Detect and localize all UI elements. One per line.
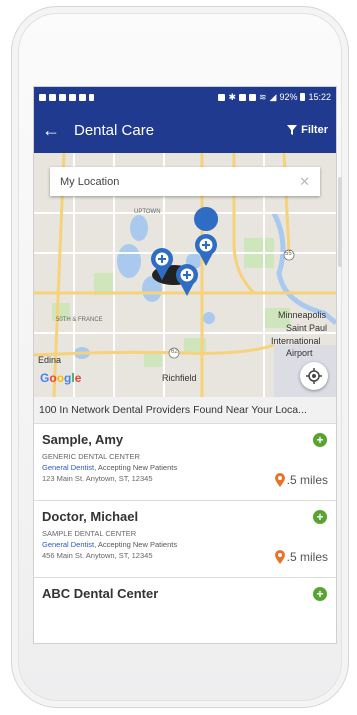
filter-label: Filter xyxy=(301,124,328,136)
provider-specialty[interactable]: General Dentist xyxy=(42,463,94,472)
location-search-value: My Location xyxy=(60,175,120,188)
provider-specialty-line: General Dentist, Accepting New Patients xyxy=(42,463,328,472)
page-title: Dental Care xyxy=(74,121,155,139)
location-pin-icon xyxy=(274,473,285,487)
provider-name: ABC Dental Center xyxy=(42,586,159,601)
image-icon xyxy=(79,93,86,101)
map-label-hwy55: 55 xyxy=(285,251,292,257)
location-search-field[interactable]: My Location ✕ xyxy=(50,167,320,196)
status-icons-right: ✱ ≋ ◢ 92% 15:22 xyxy=(218,92,331,103)
provider-card[interactable]: Doctor, Michael SAMPLE DENTAL CENTER Gen… xyxy=(34,501,336,578)
app-bar: ← Dental Care Filter xyxy=(34,107,336,153)
provider-specialty-line: General Dentist, Accepting New Patients xyxy=(42,540,328,549)
close-icon[interactable]: ✕ xyxy=(299,174,310,190)
nfc-icon xyxy=(218,93,226,101)
my-location-button[interactable] xyxy=(300,362,328,390)
provider-name: Doctor, Michael xyxy=(42,509,139,524)
map-label-france: 50TH & FRANCE xyxy=(56,317,103,323)
google-logo: Google xyxy=(40,371,82,385)
add-provider-button[interactable]: + xyxy=(313,510,327,524)
provider-distance-text: .5 miles xyxy=(286,473,328,487)
provider-distance-text: .5 miles xyxy=(286,550,328,564)
back-arrow-icon[interactable]: ← xyxy=(42,120,64,141)
crosshair-icon xyxy=(306,368,322,384)
map-label-uptown: UPTOWN xyxy=(134,209,161,215)
location-pin-icon xyxy=(274,550,285,564)
mail-icon xyxy=(59,93,66,101)
provider-card[interactable]: Sample, Amy GENERIC DENTAL CENTER Genera… xyxy=(34,424,336,501)
battery-icon xyxy=(300,93,306,101)
map-label-hwy62: 62 xyxy=(171,349,178,355)
signal-icon: ◢ xyxy=(269,91,277,102)
map-label-airport: Airport xyxy=(286,348,313,358)
mute-icon xyxy=(248,93,256,101)
filter-button[interactable]: Filter xyxy=(287,124,328,136)
filter-icon xyxy=(287,125,298,135)
clock: 15:22 xyxy=(308,92,331,102)
add-provider-button[interactable]: + xyxy=(313,433,327,447)
message-icon xyxy=(39,93,46,101)
provider-distance: .5 miles xyxy=(274,473,328,487)
results-summary: 100 In Network Dental Providers Found Ne… xyxy=(34,397,336,424)
map-label-edina: Edina xyxy=(38,355,62,365)
bluetooth-icon: ✱ xyxy=(228,91,236,102)
phone-side-button xyxy=(338,177,342,267)
provider-name: Sample, Amy xyxy=(42,432,124,447)
map-view[interactable]: My Location ✕ UPTOWN 50TH & FRANCE 55 62… xyxy=(34,153,336,397)
map-label-minneapolis: Minneapolis xyxy=(278,310,327,320)
provider-specialty[interactable]: General Dentist xyxy=(42,540,94,549)
vibrate-icon xyxy=(238,93,246,101)
provider-practice: GENERIC DENTAL CENTER xyxy=(42,452,140,461)
provider-card[interactable]: ABC Dental Center + xyxy=(34,578,336,618)
app-screen: ✱ ≋ ◢ 92% 15:22 ← Dental Care Filter My … xyxy=(33,86,337,644)
provider-status: , Accepting New Patients xyxy=(94,463,178,472)
download-icon xyxy=(89,93,94,101)
provider-status: , Accepting New Patients xyxy=(94,540,178,549)
wrench-icon xyxy=(49,93,56,101)
mail-icon xyxy=(69,93,76,101)
wifi-icon: ≋ xyxy=(258,91,267,102)
status-bar: ✱ ≋ ◢ 92% 15:22 xyxy=(34,87,336,107)
provider-distance: .5 miles xyxy=(274,550,328,564)
map-label-saint-paul: Saint Paul xyxy=(286,323,328,333)
battery-percent: 92% xyxy=(279,92,298,102)
add-provider-button[interactable]: + xyxy=(313,587,327,601)
provider-practice: SAMPLE DENTAL CENTER xyxy=(42,529,137,538)
map-label-international: International xyxy=(271,336,321,346)
map-label-richfield: Richfield xyxy=(162,373,197,383)
status-icons-left xyxy=(39,93,94,101)
